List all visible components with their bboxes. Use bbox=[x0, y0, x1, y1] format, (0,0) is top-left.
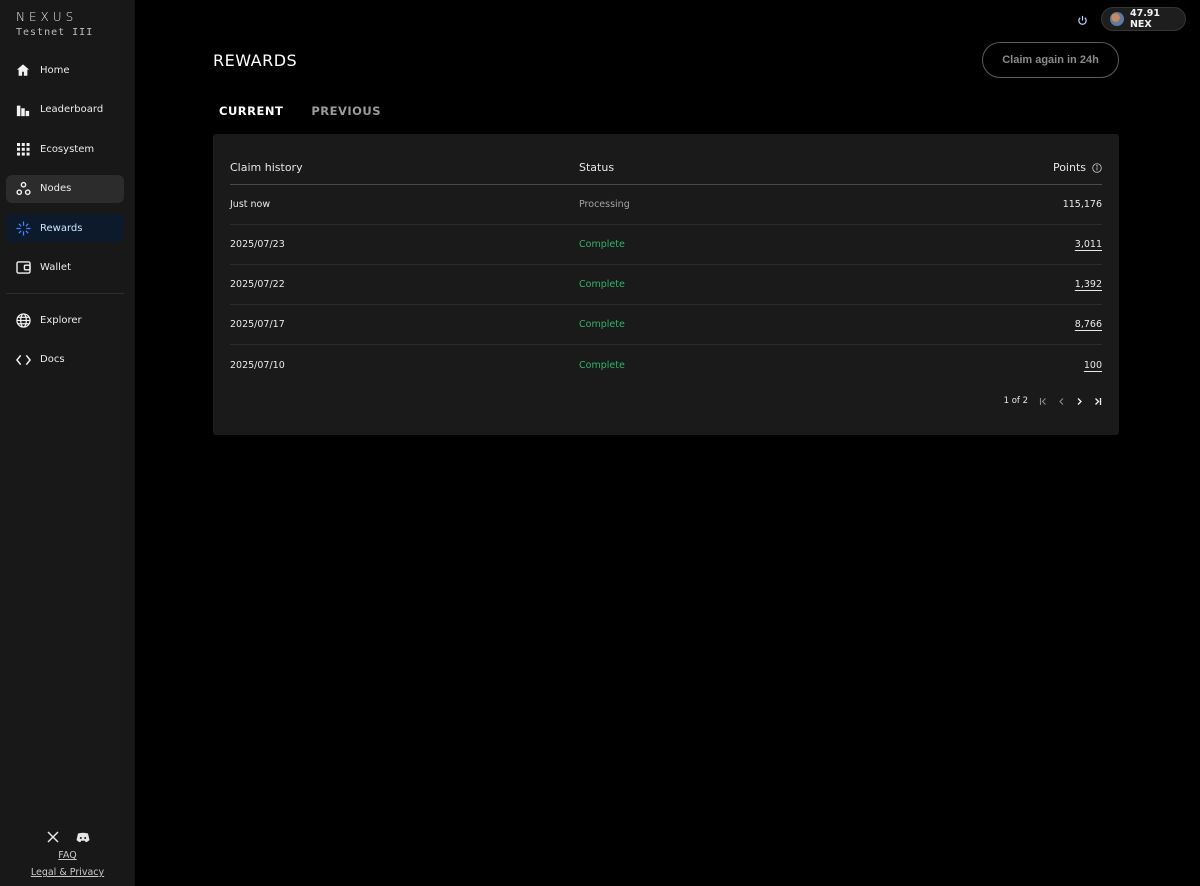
sidebar-item-label: Docs bbox=[40, 354, 65, 365]
rewards-tabs: CURRENT PREVIOUS bbox=[219, 104, 381, 118]
sidebar-item-docs[interactable]: Docs bbox=[6, 346, 124, 374]
table-row: 2025/07/22 Complete 1,392 bbox=[230, 265, 1102, 305]
sidebar-item-wallet[interactable]: Wallet bbox=[6, 254, 124, 282]
points-value: 115,176 bbox=[1062, 199, 1102, 210]
claim-date: 2025/07/10 bbox=[230, 359, 285, 371]
tab-current[interactable]: CURRENT bbox=[219, 104, 283, 118]
sidebar-footer: FAQ Legal & Privacy bbox=[0, 830, 135, 878]
first-page-icon[interactable] bbox=[1038, 396, 1048, 406]
sidebar-item-explorer[interactable]: Explorer bbox=[6, 306, 124, 334]
claim-button[interactable]: Claim again in 24h bbox=[982, 42, 1119, 78]
grid-icon bbox=[15, 141, 31, 157]
discord-icon[interactable] bbox=[76, 830, 90, 844]
header-points: Points bbox=[1052, 161, 1086, 174]
points-cell: 8,766 bbox=[879, 319, 1102, 330]
sidebar-nav: Home Leaderboard Ecosystem Nodes Rewards… bbox=[6, 56, 124, 385]
brand[interactable]: NEXUS Testnet III bbox=[16, 10, 93, 38]
x-icon[interactable] bbox=[46, 830, 60, 844]
tab-previous[interactable]: PREVIOUS bbox=[311, 104, 381, 118]
sparkle-icon bbox=[15, 220, 31, 236]
prev-page-icon[interactable] bbox=[1056, 396, 1066, 406]
status-badge: Complete bbox=[579, 319, 625, 330]
sidebar-item-nodes[interactable]: Nodes bbox=[6, 174, 124, 203]
header-status: Status bbox=[579, 161, 615, 174]
table-row: Just now Processing 115,176 bbox=[230, 185, 1102, 225]
faq-link[interactable]: FAQ bbox=[0, 850, 135, 861]
table-row: 2025/07/10 Complete 100 bbox=[230, 345, 1102, 385]
nav-divider bbox=[6, 293, 124, 294]
pagination: 1 of 2 bbox=[1004, 396, 1102, 406]
legal-privacy-link[interactable]: Legal & Privacy bbox=[0, 867, 135, 878]
sidebar-item-label: Wallet bbox=[40, 262, 72, 273]
table-header: Claim history Status Points bbox=[230, 151, 1102, 185]
status-badge: Processing bbox=[579, 199, 630, 210]
wallet-icon bbox=[15, 260, 31, 276]
power-icon bbox=[1077, 11, 1088, 30]
points-link[interactable]: 1,392 bbox=[1075, 279, 1102, 290]
status-badge: Complete bbox=[579, 279, 625, 290]
home-icon bbox=[15, 62, 31, 78]
avatar bbox=[1110, 12, 1124, 26]
next-page-icon[interactable] bbox=[1074, 396, 1084, 406]
points-cell: 3,011 bbox=[879, 239, 1102, 250]
header-points-cell: Points bbox=[879, 161, 1102, 174]
power-button[interactable] bbox=[1072, 10, 1092, 30]
points-link[interactable]: 100 bbox=[1084, 360, 1102, 371]
globe-icon bbox=[15, 312, 31, 328]
claim-history-card: Claim history Status Points Just now Pro… bbox=[213, 134, 1119, 435]
sidebar-item-label: Home bbox=[40, 64, 70, 76]
wallet-balance-button[interactable]: 47.91 NEX bbox=[1101, 7, 1186, 31]
claim-history-table: Claim history Status Points Just now Pro… bbox=[230, 151, 1102, 385]
page-title: REWARDS bbox=[213, 51, 298, 70]
table-row: 2025/07/17 Complete 8,766 bbox=[230, 305, 1102, 345]
page-indicator: 1 of 2 bbox=[1003, 396, 1028, 406]
brand-name: NEXUS bbox=[16, 10, 78, 24]
claim-date: Just now bbox=[230, 199, 271, 210]
nodes-icon bbox=[15, 181, 31, 197]
table-row: 2025/07/23 Complete 3,011 bbox=[230, 225, 1102, 265]
sidebar-item-home[interactable]: Home bbox=[6, 56, 124, 84]
points-link[interactable]: 8,766 bbox=[1075, 319, 1102, 330]
code-icon bbox=[15, 352, 31, 368]
balance-value: 47.91 NEX bbox=[1129, 8, 1161, 30]
sidebar-item-label: Nodes bbox=[40, 183, 72, 194]
points-cell: 1,392 bbox=[879, 279, 1102, 290]
claim-date: 2025/07/17 bbox=[230, 319, 285, 330]
social-links bbox=[0, 830, 135, 844]
sidebar-item-leaderboard[interactable]: Leaderboard bbox=[6, 96, 124, 124]
bar-chart-icon bbox=[15, 102, 31, 118]
status-badge: Complete bbox=[579, 239, 625, 250]
last-page-icon[interactable] bbox=[1092, 396, 1102, 406]
info-icon[interactable] bbox=[1092, 162, 1102, 173]
brand-subtitle: Testnet III bbox=[16, 27, 94, 38]
status-badge: Complete bbox=[579, 359, 625, 371]
sidebar-item-label: Explorer bbox=[40, 314, 82, 326]
sidebar-item-label: Rewards bbox=[40, 222, 83, 234]
points-cell: 115,176 bbox=[879, 199, 1102, 210]
claim-date: 2025/07/23 bbox=[230, 239, 285, 250]
claim-date: 2025/07/22 bbox=[230, 279, 285, 290]
sidebar-item-label: Leaderboard bbox=[40, 104, 104, 115]
points-link[interactable]: 3,011 bbox=[1075, 239, 1102, 250]
header-claim-history: Claim history bbox=[230, 161, 303, 174]
sidebar: NEXUS Testnet III Home Leaderboard Ecosy… bbox=[0, 0, 135, 886]
points-cell: 100 bbox=[879, 360, 1102, 371]
sidebar-item-ecosystem[interactable]: Ecosystem bbox=[6, 135, 124, 163]
sidebar-item-rewards[interactable]: Rewards bbox=[6, 214, 124, 242]
sidebar-item-label: Ecosystem bbox=[40, 143, 95, 155]
